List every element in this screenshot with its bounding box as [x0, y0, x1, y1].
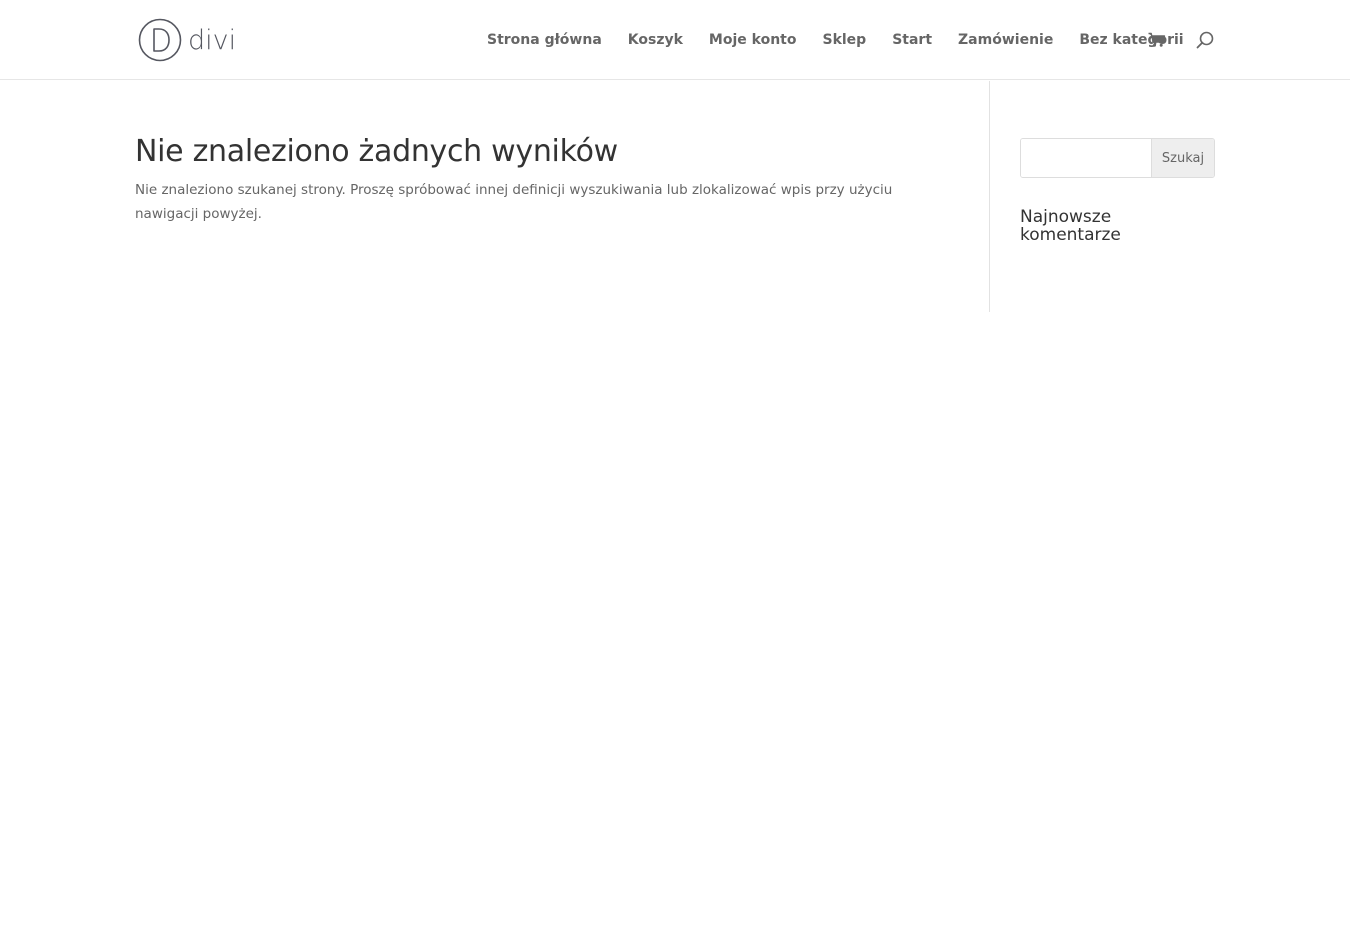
- logo-text: divi: [188, 24, 237, 56]
- cart-icon[interactable]: [1148, 32, 1166, 48]
- nav-item-moje-konto[interactable]: Moje konto: [709, 32, 797, 48]
- nav-item-koszyk[interactable]: Koszyk: [628, 32, 683, 48]
- logo-d-icon: [138, 18, 182, 62]
- page-title: Nie znaleziono żadnych wyników: [135, 134, 618, 169]
- search-icon[interactable]: [1196, 31, 1214, 49]
- site-header: divi Strona główna Koszyk Moje konto Skl…: [0, 0, 1350, 80]
- search-button[interactable]: Szukaj: [1151, 139, 1214, 177]
- not-found-message: Nie znaleziono szukanej strony. Proszę s…: [135, 182, 893, 222]
- sidebar-search-form: Szukaj: [1020, 138, 1215, 178]
- nav-item-strona-glowna[interactable]: Strona główna: [487, 32, 602, 48]
- nav-item-start[interactable]: Start: [892, 32, 932, 48]
- nav-item-zamowienie[interactable]: Zamówienie: [958, 32, 1053, 48]
- search-input[interactable]: [1021, 139, 1151, 177]
- site-logo[interactable]: divi: [138, 17, 236, 63]
- nav-item-bez-kategorii[interactable]: Bez kategorii: [1079, 32, 1183, 48]
- sidebar-divider: [989, 81, 990, 312]
- recent-comments-title: Najnowsze komentarze: [1020, 207, 1121, 245]
- main-navigation: Strona główna Koszyk Moje konto Sklep St…: [487, 29, 1184, 51]
- nav-item-sklep[interactable]: Sklep: [822, 32, 866, 48]
